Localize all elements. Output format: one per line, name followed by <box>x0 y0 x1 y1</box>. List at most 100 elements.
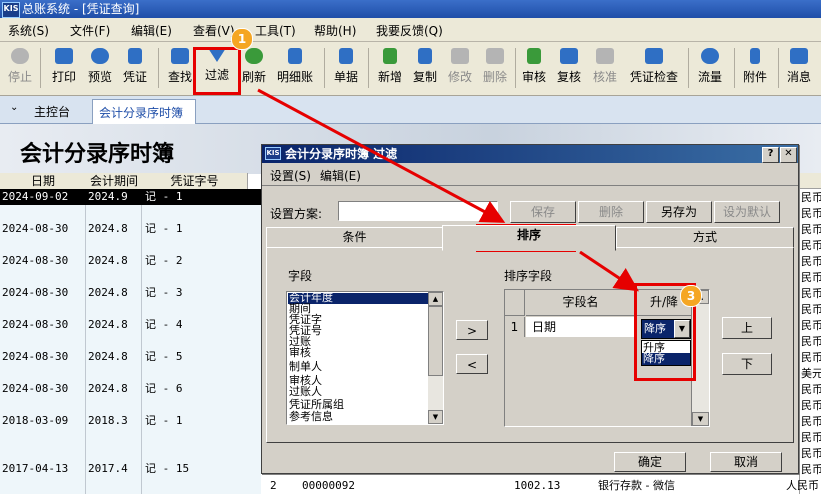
filter-dialog: KIS 会计分录序时簿 过滤 ? ✕ 设置(S) 编辑(E) 设置方案: 保存 … <box>261 144 799 474</box>
menu-file[interactable]: 文件(F) <box>70 22 110 39</box>
message-button[interactable]: 消息 <box>783 48 815 92</box>
tab-mode[interactable]: 方式 <box>616 227 794 249</box>
currency-cell: 民币 <box>801 287 821 300</box>
row-voucher: 记 - 1 <box>145 222 183 235</box>
attachment-icon <box>750 48 760 64</box>
recheck-button[interactable]: 复核 <box>553 48 585 92</box>
dialog-menu-settings[interactable]: 设置(S) <box>270 167 311 184</box>
scheme-select[interactable] <box>338 201 498 221</box>
list-item[interactable]: 过账人 <box>289 386 322 397</box>
tab-home[interactable]: 主控台 <box>34 103 70 120</box>
window-title: 总账系统 - [凭证查询] <box>22 2 140 16</box>
toolbar: 停止 打印 预览 凭证 查找 过滤 刷新 明细账 单据 新增 复制 修改 删除 … <box>0 42 821 96</box>
attachment-button[interactable]: 附件 <box>739 48 771 92</box>
fields-scrollbar[interactable]: ▲ ▼ <box>428 292 443 424</box>
close-icon[interactable]: ✕ <box>780 147 797 163</box>
list-item[interactable]: 审核 <box>289 347 311 358</box>
scheme-label: 设置方案: <box>270 207 323 221</box>
ledger-button[interactable]: 明细账 <box>273 48 317 92</box>
row-voucher: 记 - 5 <box>145 350 183 363</box>
help-icon[interactable]: ? <box>762 147 779 163</box>
fields-listbox[interactable]: 会计年度 期间 凭证字 凭证号 过账 审核 制单人 审核人 过账人 凭证所属组 … <box>286 291 444 425</box>
document-icon <box>339 48 353 64</box>
delete-button[interactable]: 删除 <box>578 201 644 223</box>
move-left-button[interactable]: < <box>456 354 488 374</box>
row-date[interactable]: 2024-08-30 <box>2 317 68 333</box>
app-logo: KIS <box>2 2 20 18</box>
set-default-button[interactable]: 设为默认 <box>714 201 780 223</box>
row-period: 2024.8 <box>88 254 128 267</box>
row-date[interactable]: 2018-03-09 <box>2 413 68 429</box>
print-icon <box>55 48 73 64</box>
save-button[interactable]: 保存 <box>510 201 576 223</box>
menu-bar: 系统(S) 文件(F) 编辑(E) 查看(V) 工具(T) 帮助(H) 我要反馈… <box>0 18 821 42</box>
col-header-date[interactable]: 日期 <box>0 173 87 190</box>
list-item[interactable]: 参考信息 <box>289 411 333 422</box>
row-voucher: 记 - 3 <box>145 286 183 299</box>
tab-current[interactable]: 会计分录序时簿 <box>92 99 196 124</box>
stop-button[interactable]: 停止 <box>4 48 36 92</box>
save-as-button[interactable]: 另存为 <box>646 201 712 223</box>
refresh-icon <box>245 48 263 64</box>
ok-button[interactable]: 确定 <box>614 452 686 472</box>
list-item[interactable]: 制单人 <box>289 361 322 372</box>
move-up-button[interactable]: 上 <box>722 317 772 339</box>
preview-button[interactable]: 预览 <box>84 48 116 92</box>
edit-button[interactable]: 修改 <box>444 48 476 92</box>
find-button[interactable]: 查找 <box>164 48 196 92</box>
row-period: 2024.8 <box>88 286 128 299</box>
delete-icon <box>486 48 504 64</box>
bottom-row-desc: 银行存款 - 微信 <box>598 479 675 492</box>
menu-view[interactable]: 查看(V) <box>193 22 235 39</box>
currency-cell: 民币 <box>801 447 821 460</box>
list-item[interactable]: 凭证所属组 <box>289 399 344 410</box>
flow-button[interactable]: 流量 <box>694 48 726 92</box>
row-date[interactable]: 2024-08-30 <box>2 349 68 365</box>
ledger-icon <box>288 48 302 64</box>
fields-label: 字段 <box>288 269 313 283</box>
flow-icon <box>701 48 719 64</box>
row-voucher: 记 - 1 <box>145 190 183 203</box>
row-period: 2024.8 <box>88 382 128 395</box>
tab-sort[interactable]: 排序 <box>442 225 616 251</box>
menu-tools[interactable]: 工具(T) <box>255 22 296 39</box>
col-header-period[interactable]: 会计期间 <box>86 173 143 190</box>
row-date[interactable]: 2024-08-30 <box>2 381 68 397</box>
delete-button[interactable]: 删除 <box>479 48 511 92</box>
print-button[interactable]: 打印 <box>48 48 80 92</box>
scroll-thumb[interactable] <box>428 306 443 376</box>
audit-button[interactable]: 审核 <box>518 48 550 92</box>
row-period: 2024.8 <box>88 222 128 235</box>
stop-icon <box>11 48 29 64</box>
menu-system[interactable]: 系统(S) <box>8 22 49 39</box>
chevron-down-icon[interactable]: ⌄ <box>10 102 18 113</box>
menu-feedback[interactable]: 我要反馈(Q) <box>376 22 443 39</box>
row-date[interactable]: 2024-08-30 <box>2 285 68 301</box>
row-period: 2018.3 <box>88 414 128 427</box>
move-right-button[interactable]: > <box>456 320 488 340</box>
add-button[interactable]: 新增 <box>374 48 406 92</box>
col-header-voucher[interactable]: 凭证字号 <box>142 173 248 190</box>
row-date[interactable]: 2024-08-30 <box>2 221 68 237</box>
document-button[interactable]: 单据 <box>330 48 362 92</box>
currency-cell: 民币 <box>801 303 821 316</box>
copy-button[interactable]: 复制 <box>409 48 441 92</box>
sort-row-field[interactable]: 日期 <box>526 317 636 337</box>
dialog-menu-edit[interactable]: 编辑(E) <box>320 167 361 184</box>
refresh-button[interactable]: 刷新 <box>238 48 270 92</box>
cancel-button[interactable]: 取消 <box>710 452 782 472</box>
menu-help[interactable]: 帮助(H) <box>314 22 356 39</box>
row-period: 2017.4 <box>88 462 128 475</box>
row-date[interactable]: 2017-04-13 <box>2 461 68 477</box>
currency-cell: 民币 <box>801 431 821 444</box>
step-badge: 1 <box>231 28 253 50</box>
approve-button[interactable]: 核准 <box>589 48 621 92</box>
document-tabs: ⌄ 主控台 会计分录序时簿 <box>0 96 821 124</box>
currency-cell: 民币 <box>801 399 821 412</box>
menu-edit[interactable]: 编辑(E) <box>131 22 172 39</box>
voucher-check-button[interactable]: 凭证检查 <box>625 48 683 92</box>
tab-conditions[interactable]: 条件 <box>266 227 443 249</box>
voucher-button[interactable]: 凭证 <box>119 48 151 92</box>
move-down-button[interactable]: 下 <box>722 353 772 375</box>
row-date[interactable]: 2024-08-30 <box>2 253 68 269</box>
